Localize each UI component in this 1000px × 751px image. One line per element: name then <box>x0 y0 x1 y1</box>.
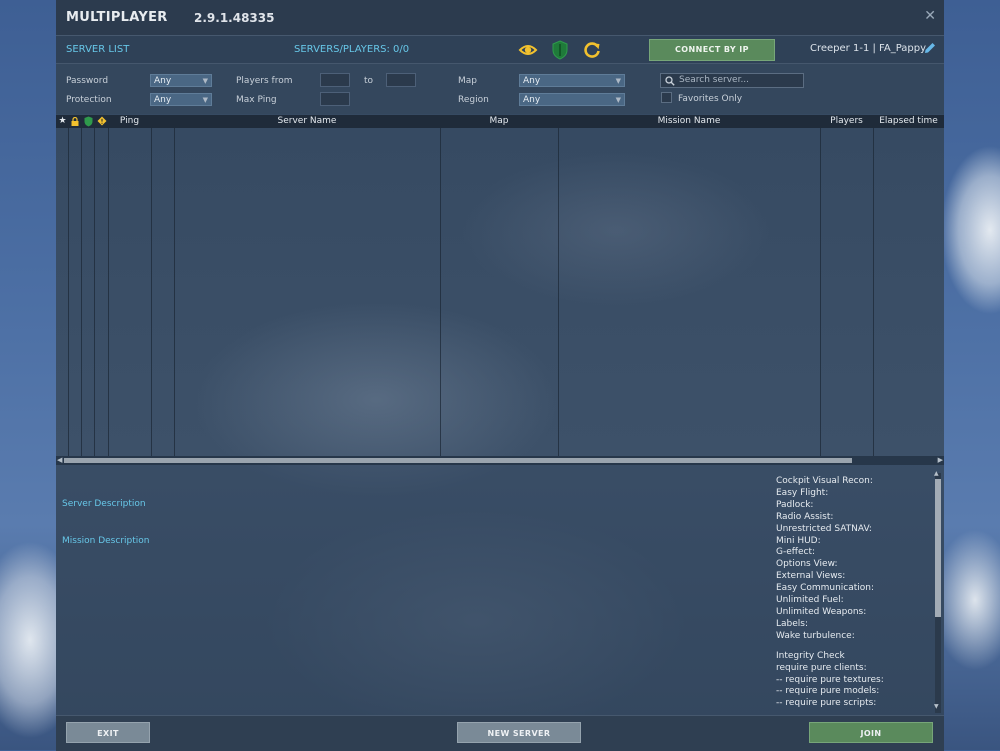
new-server-button[interactable]: NEW SERVER <box>457 722 581 743</box>
protection-value: Any <box>154 95 172 105</box>
column-header-elapsed-time[interactable]: Elapsed time <box>873 115 944 128</box>
option-labels: Labels: <box>776 618 809 629</box>
option-g-effect: G-effect: <box>776 547 816 558</box>
multiplayer-window: MULTIPLAYER 2.9.1.48335 ✕ SERVER LIST SE… <box>56 0 944 751</box>
column-divider <box>174 115 175 456</box>
option-options-view: Options View: <box>776 559 838 570</box>
scrollbar-thumb[interactable] <box>935 479 941 617</box>
shield-icon[interactable] <box>84 116 93 127</box>
server-description-label: Server Description <box>62 499 146 509</box>
scrollbar-thumb[interactable] <box>64 458 852 463</box>
option-easy-flight: Easy Flight: <box>776 487 829 498</box>
password-select[interactable]: Any ▼ <box>150 74 212 87</box>
option-mini-hud: Mini HUD: <box>776 535 821 546</box>
region-label: Region <box>458 95 489 105</box>
user-callsign: Creeper 1-1 | FA_Pappy <box>810 43 927 54</box>
to-label: to <box>364 76 374 86</box>
column-divider <box>558 115 559 456</box>
column-divider <box>820 115 821 456</box>
filter-panel: Password Any ▼ Protection Any ▼ Players fr… <box>56 64 944 114</box>
title-bar: MULTIPLAYER 2.9.1.48335 ✕ <box>56 0 944 36</box>
scroll-right-icon[interactable]: ▶ <box>938 456 943 465</box>
option-external-views: External Views: <box>776 571 846 582</box>
server-options-list: Cockpit Visual Recon: Easy Flight: Padlo… <box>776 476 926 710</box>
chevron-down-icon: ▼ <box>202 96 208 104</box>
column-divider <box>94 115 95 456</box>
option-radio-assist: Radio Assist: <box>776 511 834 522</box>
column-divider <box>151 115 152 456</box>
column-divider <box>873 115 874 456</box>
integrity-check-heading: Integrity Check <box>776 650 845 661</box>
option-cockpit-visual-recon: Cockpit Visual Recon: <box>776 476 873 486</box>
password-value: Any <box>154 76 172 86</box>
close-icon[interactable]: ✕ <box>924 8 936 24</box>
integrity-pure-models: -- require pure models: <box>776 686 880 697</box>
warning-icon[interactable] <box>97 116 107 126</box>
connect-by-ip-button[interactable]: CONNECT BY IP <box>649 39 775 61</box>
option-easy-communication: Easy Communication: <box>776 583 875 594</box>
join-button[interactable]: JOIN <box>809 722 933 743</box>
column-header-players[interactable]: Players <box>820 115 873 128</box>
window-title: MULTIPLAYER <box>66 10 168 25</box>
chevron-down-icon: ▼ <box>615 96 621 104</box>
players-from-input[interactable] <box>320 73 350 87</box>
column-header-ping[interactable]: Ping <box>108 115 151 128</box>
eye-icon[interactable] <box>518 40 538 60</box>
players-from-label: Players from <box>236 76 293 86</box>
favorites-only-checkbox[interactable] <box>661 92 672 103</box>
column-divider <box>108 115 109 456</box>
table-header: ★ Ping Server Name Map Mission Name Play… <box>56 115 944 128</box>
players-to-input[interactable] <box>386 73 416 87</box>
integrity-pure-clients: require pure clients: <box>776 662 867 673</box>
mission-description-label: Mission Description <box>62 536 150 546</box>
column-header-map[interactable]: Map <box>440 115 558 128</box>
server-table: ★ Ping Server Name Map Mission Name Play… <box>56 115 944 456</box>
option-padlock: Padlock: <box>776 499 814 510</box>
favorites-only-label: Favorites Only <box>678 94 743 104</box>
tab-server-list[interactable]: SERVER LIST <box>66 44 129 55</box>
region-value: Any <box>523 95 541 105</box>
max-ping-input[interactable] <box>320 92 350 106</box>
option-wake-turbulence: Wake turbulence: <box>776 630 855 641</box>
lock-icon[interactable] <box>71 117 79 126</box>
map-value: Any <box>523 76 541 86</box>
integrity-pure-textures: -- require pure textures: <box>776 674 884 685</box>
chevron-down-icon: ▼ <box>202 77 208 85</box>
servers-players-count: SERVERS/PLAYERS: 0/0 <box>294 44 410 55</box>
server-details-panel: Server Description Mission Description C… <box>56 465 944 715</box>
region-select[interactable]: Any ▼ <box>519 93 625 106</box>
column-header-server-name[interactable]: Server Name <box>174 115 440 128</box>
scroll-up-icon[interactable]: ▲ <box>934 470 939 477</box>
map-select[interactable]: Any ▼ <box>519 74 625 87</box>
option-unlimited-weapons: Unlimited Weapons: <box>776 606 867 617</box>
favorite-star-icon[interactable]: ★ <box>57 115 68 128</box>
search-placeholder: Search server... <box>679 75 750 85</box>
password-label: Password <box>66 76 109 86</box>
column-divider <box>68 115 69 456</box>
scroll-left-icon[interactable]: ◀ <box>57 456 62 465</box>
shield-icon[interactable] <box>550 40 570 60</box>
protection-select[interactable]: Any ▼ <box>150 93 212 106</box>
map-label: Map <box>458 76 477 86</box>
option-unlimited-fuel: Unlimited Fuel: <box>776 595 844 606</box>
protection-label: Protection <box>66 95 112 105</box>
column-divider <box>440 115 441 456</box>
toolbar: SERVER LIST SERVERS/PLAYERS: 0/0 CONNECT… <box>56 36 944 64</box>
pencil-icon[interactable] <box>923 41 937 55</box>
option-unrestricted-satnav: Unrestricted SATNAV: <box>776 523 872 534</box>
search-input[interactable]: Search server... <box>660 73 804 88</box>
refresh-icon[interactable] <box>582 40 602 60</box>
footer-bar: EXIT NEW SERVER JOIN <box>56 715 944 751</box>
horizontal-scrollbar[interactable]: ◀ ▶ <box>56 456 944 465</box>
chevron-down-icon: ▼ <box>615 77 621 85</box>
version-label: 2.9.1.48335 <box>194 11 275 25</box>
column-header-mission-name[interactable]: Mission Name <box>558 115 820 128</box>
scroll-down-icon[interactable]: ▼ <box>934 703 939 710</box>
max-ping-label: Max Ping <box>236 95 277 105</box>
search-icon <box>665 76 675 86</box>
vertical-scrollbar[interactable]: ▲ ▼ <box>934 470 941 713</box>
integrity-pure-scripts: -- require pure scripts: <box>776 698 877 709</box>
exit-button[interactable]: EXIT <box>66 722 150 743</box>
column-divider <box>81 115 82 456</box>
